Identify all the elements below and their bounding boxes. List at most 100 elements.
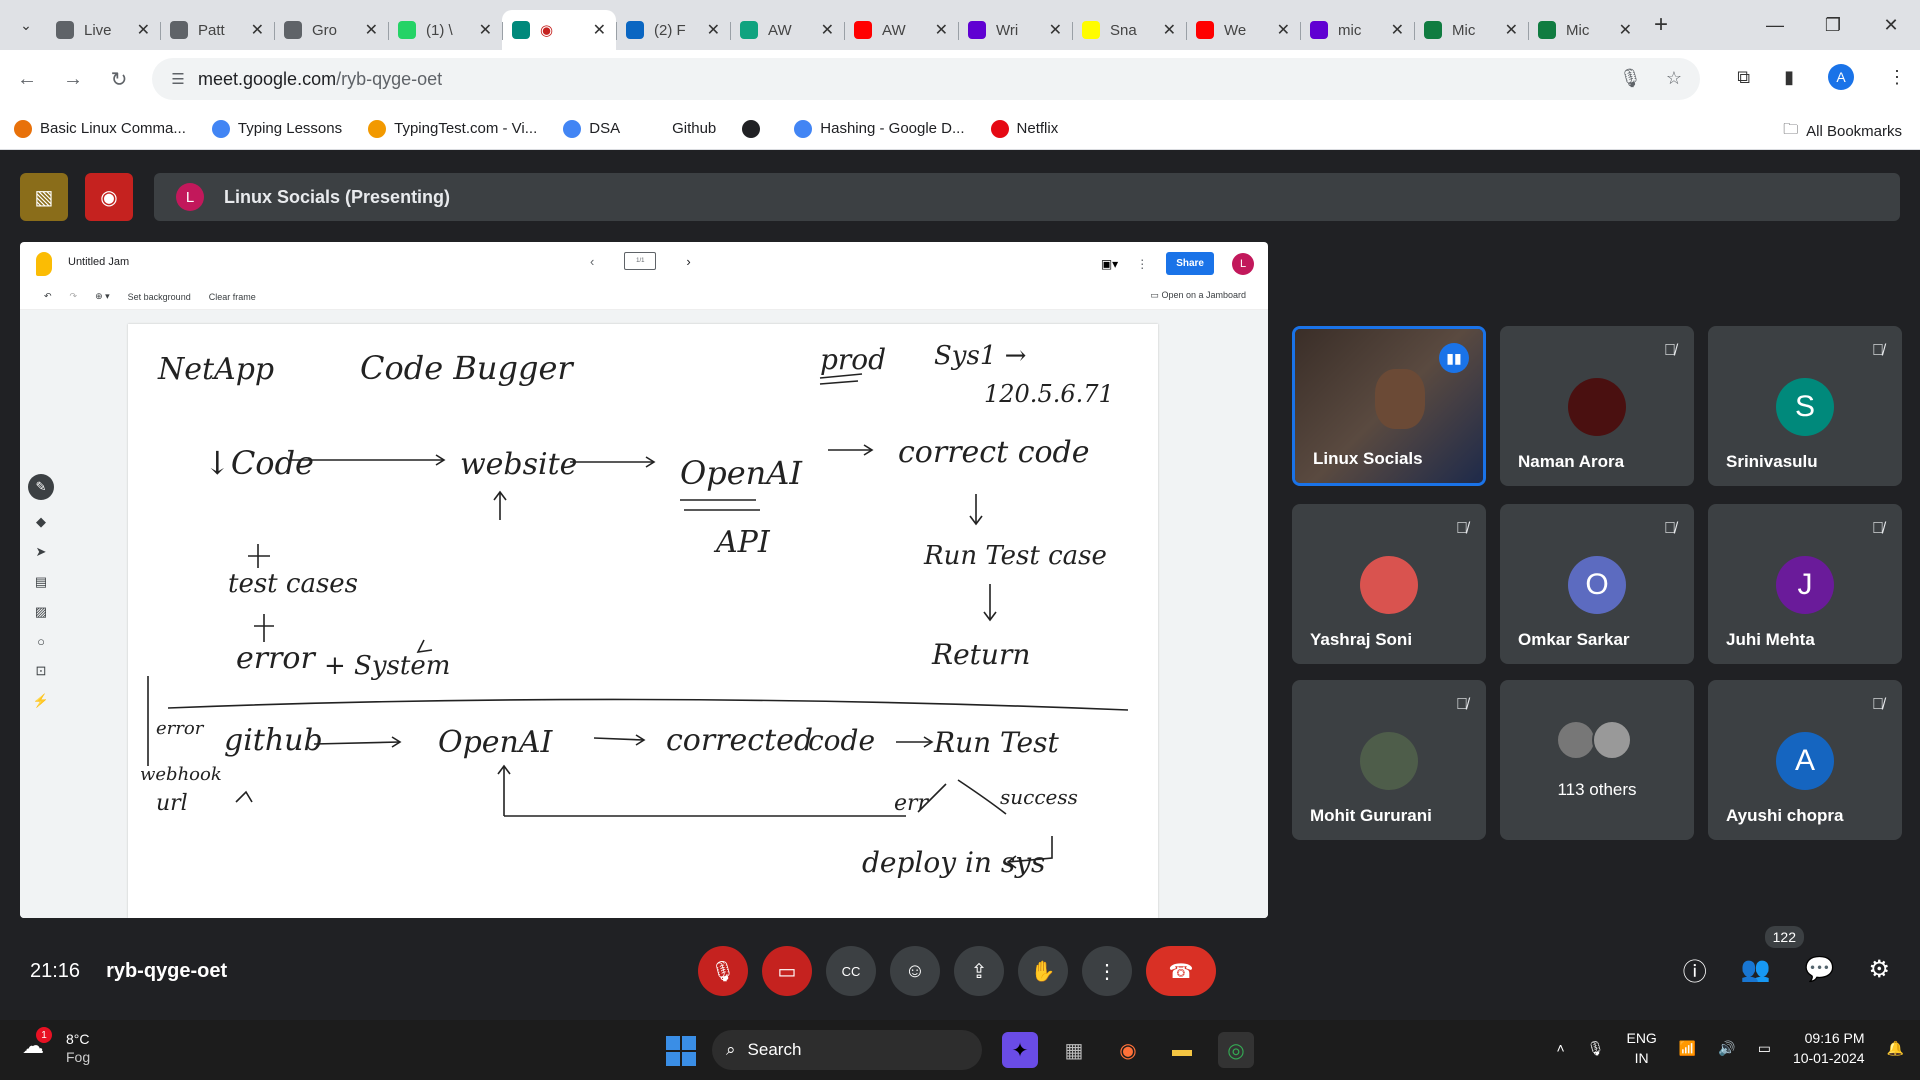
people-icon[interactable]: 👥 (1741, 955, 1771, 984)
all-bookmarks[interactable]: 🗀 All Bookmarks (1783, 119, 1902, 144)
firefox-icon[interactable]: ◉ (1110, 1032, 1146, 1068)
folder-icon[interactable]: ▬ (1164, 1032, 1200, 1068)
circle-icon[interactable]: ○ (37, 634, 45, 649)
close-tab-icon[interactable]: ✕ (593, 20, 606, 40)
participant-tile[interactable]: 🎙̸ J Juhi Mehta (1708, 504, 1902, 664)
side-panel-icon[interactable]: ▮ (1784, 67, 1794, 88)
browser-tab[interactable]: (2) F ✕ (616, 10, 730, 50)
next-frame-icon[interactable]: › (686, 254, 690, 269)
windows-start-icon[interactable] (666, 1036, 696, 1066)
file-explorer-icon[interactable]: ▦ (1056, 1032, 1092, 1068)
close-tab-icon[interactable]: ✕ (707, 20, 720, 40)
back-button[interactable]: ← (4, 68, 50, 91)
bookmark-item[interactable]: Hashing - Google D... (794, 119, 965, 138)
restore-button[interactable]: ❐ (1804, 0, 1862, 50)
reload-button[interactable]: ↻ (96, 67, 142, 92)
mic-off-button[interactable]: 🎙 (698, 946, 748, 996)
browser-tab[interactable]: Mic ✕ (1528, 10, 1642, 50)
open-jamboard-button[interactable]: ▭ Open on a Jamboard (1150, 290, 1246, 301)
bookmark-item[interactable]: Typing Lessons (211, 119, 342, 138)
close-tab-icon[interactable]: ✕ (1619, 20, 1632, 40)
select-icon[interactable]: ➤ (36, 544, 47, 560)
browser-tab[interactable]: We ✕ (1186, 10, 1300, 50)
wifi-icon[interactable]: 📶 (1679, 1040, 1696, 1057)
share-button[interactable]: Share (1166, 252, 1214, 275)
volume-icon[interactable]: 🔊 (1718, 1040, 1735, 1057)
profile-avatar[interactable]: A (1828, 64, 1854, 90)
redo-icon[interactable]: ↷ (70, 291, 78, 302)
jam-avatar[interactable]: L (1232, 252, 1254, 275)
close-tab-icon[interactable]: ✕ (365, 20, 378, 40)
more-options-button[interactable]: ⋮ (1082, 946, 1132, 996)
taskbar-search[interactable]: ⌕ Search (712, 1030, 982, 1070)
url-text[interactable]: meet.google.com/ryb-qyge-oet (198, 69, 442, 90)
extensions-icon[interactable]: ⧉ (1737, 67, 1750, 88)
close-tab-icon[interactable]: ✕ (821, 20, 834, 40)
battery-icon[interactable]: ▭ (1758, 1040, 1771, 1057)
browser-tab[interactable]: AW ✕ (730, 10, 844, 50)
chat-icon[interactable]: 💬 (1805, 955, 1835, 984)
sticky-note-icon[interactable]: ▤ (35, 574, 47, 590)
stop-presenting-icon[interactable]: ▧ (20, 173, 68, 221)
laser-icon[interactable]: ⚡ (33, 693, 49, 709)
browser-tab[interactable]: Gro ✕ (274, 10, 388, 50)
address-bar[interactable]: ☰ meet.google.com/ryb-qyge-oet 🎙 ☆ (152, 58, 1700, 100)
bookmark-item[interactable] (742, 119, 768, 138)
undo-icon[interactable]: ↶ (44, 291, 52, 302)
participant-tile[interactable]: 113 others (1500, 680, 1694, 840)
close-tab-icon[interactable]: ✕ (935, 20, 948, 40)
zoom-icon[interactable]: ⊕ ▾ (95, 291, 110, 302)
bookmark-item[interactable]: Github (646, 119, 716, 138)
eraser-icon[interactable]: ◆ (36, 514, 46, 530)
close-tab-icon[interactable]: ✕ (479, 20, 492, 40)
forward-button[interactable]: → (50, 68, 96, 91)
present-button[interactable]: ⇪ (954, 946, 1004, 996)
close-tab-icon[interactable]: ✕ (1391, 20, 1404, 40)
prev-frame-icon[interactable]: ‹ (590, 254, 594, 269)
close-window-button[interactable]: ✕ (1862, 0, 1920, 50)
microphone-icon[interactable]: 🎙 (1587, 1040, 1605, 1057)
browser-tab[interactable]: mic ✕ (1300, 10, 1414, 50)
info-icon[interactable]: ⓘ (1683, 952, 1707, 987)
close-tab-icon[interactable]: ✕ (1049, 20, 1062, 40)
browser-tab[interactable]: ◉ ✕ (502, 10, 616, 50)
browser-tab[interactable]: Live ✕ (46, 10, 160, 50)
participant-tile[interactable]: 🎙̸ Naman Arora (1500, 326, 1694, 486)
participant-tile[interactable]: 🎙̸ S Srinivasulu (1708, 326, 1902, 486)
notification-icon[interactable]: 🔔 (1887, 1040, 1904, 1057)
browser-tab[interactable]: Mic ✕ (1414, 10, 1528, 50)
close-tab-icon[interactable]: ✕ (137, 20, 150, 40)
participant-tile[interactable]: ▮▮ Linux Socials (1292, 326, 1486, 486)
menu-icon[interactable]: ⋮ (1888, 67, 1906, 88)
leave-call-button[interactable]: ☎ (1146, 946, 1216, 996)
bookmark-item[interactable]: Netflix (990, 119, 1058, 138)
minimize-button[interactable]: — (1746, 0, 1804, 50)
browser-tab[interactable]: Patt ✕ (160, 10, 274, 50)
clock[interactable]: 09:16 PM 10-01-2024 (1793, 1028, 1865, 1068)
clear-frame-button[interactable]: Clear frame (209, 292, 256, 302)
close-tab-icon[interactable]: ✕ (251, 20, 264, 40)
chevron-up-icon[interactable]: ˄ (1557, 1040, 1565, 1056)
more-icon[interactable]: ⋮ (1136, 257, 1148, 271)
site-info-icon[interactable]: ☰ (158, 70, 198, 88)
star-icon[interactable]: ☆ (1666, 68, 1682, 89)
close-tab-icon[interactable]: ✕ (1277, 20, 1290, 40)
activities-icon[interactable]: ⚙ (1868, 955, 1890, 984)
participant-tile[interactable]: 🎙̸ A Ayushi chopra (1708, 680, 1902, 840)
participant-tile[interactable]: 🎙̸ Mohit Gururani (1292, 680, 1486, 840)
copilot-icon[interactable]: ✦ (1002, 1032, 1038, 1068)
tab-search-button[interactable]: ⌄ (6, 5, 46, 45)
raise-hand-button[interactable]: ✋ (1018, 946, 1068, 996)
browser-tab[interactable]: AW ✕ (844, 10, 958, 50)
set-background-button[interactable]: Set background (128, 292, 191, 302)
weather-widget[interactable]: ☁ 1 8°C Fog (22, 1027, 90, 1066)
record-icon[interactable]: ◉ (85, 173, 133, 221)
browser-tab[interactable]: (1) \ ✕ (388, 10, 502, 50)
participant-tile[interactable]: 🎙̸ O Omkar Sarkar (1500, 504, 1694, 664)
microphone-icon[interactable]: 🎙 (1619, 68, 1642, 89)
meet-icon[interactable]: ▣▾ (1101, 257, 1118, 271)
close-tab-icon[interactable]: ✕ (1163, 20, 1176, 40)
new-tab-button[interactable]: + (1654, 11, 1668, 39)
browser-tab[interactable]: Sna ✕ (1072, 10, 1186, 50)
text-box-icon[interactable]: ⊡ (36, 663, 47, 679)
